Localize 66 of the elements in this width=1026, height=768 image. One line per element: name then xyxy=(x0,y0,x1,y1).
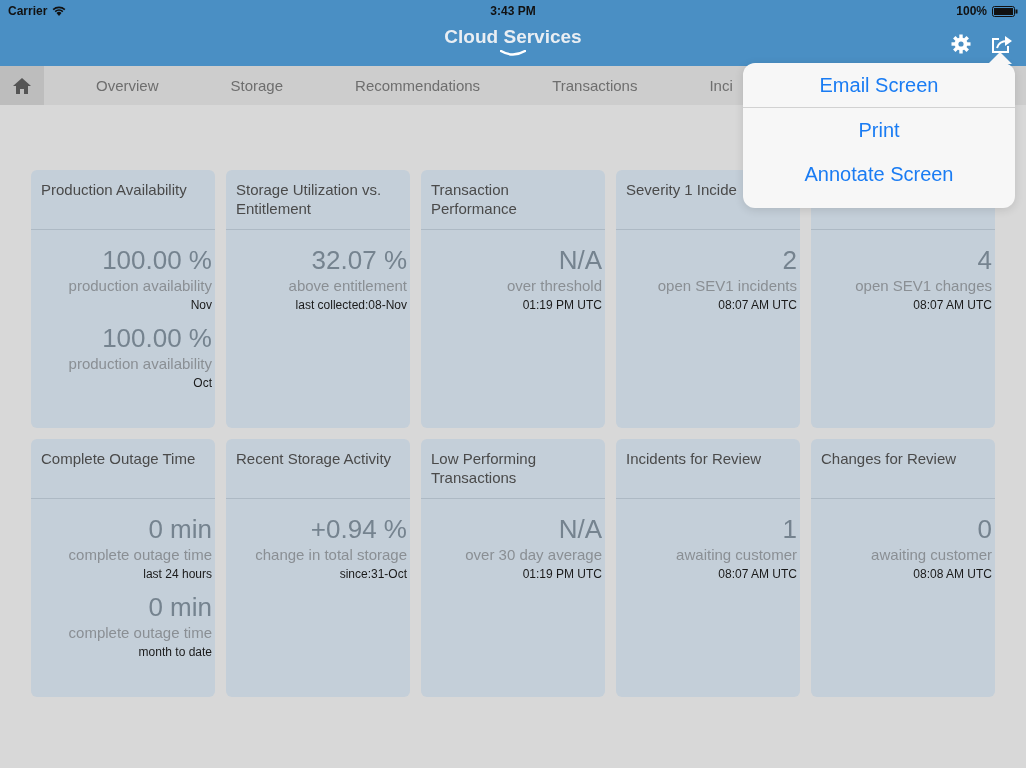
metric-value: N/A xyxy=(558,244,602,276)
metric-value: +0.94 % xyxy=(310,513,407,545)
metric-note: last 24 hours xyxy=(143,566,212,583)
metric-note: Oct xyxy=(193,375,212,392)
metric-note: 08:07 AM UTC xyxy=(718,566,797,583)
metric-label: production availability xyxy=(68,276,212,296)
card-title: Severity 1 Incide xyxy=(626,180,738,199)
metric-value: 0 min xyxy=(148,513,212,545)
dashboard-card[interactable]: Recent Storage Activity +0.94 % change in total storage since:31-Oct xyxy=(226,439,410,697)
metric-note: 08:07 AM UTC xyxy=(913,297,992,314)
card-title: Recent Storage Activity xyxy=(236,449,393,468)
card-title: Incidents for Review xyxy=(626,449,763,468)
metric-value: 100.00 % xyxy=(102,244,212,276)
dashboard-card[interactable]: Transaction Performance N/A over threshold 01:19 PM UTC xyxy=(421,170,605,428)
card-title: Transaction Performance xyxy=(431,180,518,218)
share-icon[interactable] xyxy=(991,34,1013,54)
card-title: Storage Utilization vs. Entitlement xyxy=(236,180,383,218)
carrier-label: Carrier xyxy=(8,4,48,18)
metric-label: complete outage time xyxy=(68,623,212,643)
card-title: Low Performing Transactions xyxy=(431,449,538,487)
metric-value: 100.00 % xyxy=(102,322,212,354)
metric-value: 0 min xyxy=(148,591,212,623)
card-title: Production Availability xyxy=(41,180,188,199)
dashboard-card[interactable]: Incidents for Review 1 awaiting customer 08:07 AM UTC xyxy=(616,439,800,697)
metric-label: complete outage time xyxy=(68,545,212,565)
app-title: Cloud Services xyxy=(444,26,582,48)
metric-value: 1 xyxy=(782,513,797,545)
metric-value: 2 xyxy=(782,244,797,276)
dashboard-card[interactable]: Storage Utilization vs. Entitlement 32.07 % above entitlement last collected:08-Nov xyxy=(226,170,410,428)
battery-percent: 100% xyxy=(956,4,987,18)
status-time: 3:43 PM xyxy=(490,4,536,18)
dashboard-card[interactable]: Production Availability 100.00 % production availability Nov 100.00 % production availability Oct xyxy=(31,170,215,428)
metric-note: Nov xyxy=(190,297,212,314)
dashboard-card[interactable]: Severity 1 Incide 2 open SEV1 incidents 08:07 AM UTC xyxy=(616,170,800,428)
metric-label: production availability xyxy=(68,354,212,374)
dashboard-card[interactable]: Complete Outage Time 0 min complete outage time last 24 hours 0 min complete outage time month to date xyxy=(31,439,215,697)
metric-label: over threshold xyxy=(506,276,602,296)
dashboard-card[interactable]: Low Performing Transactions N/A over 30 day average 01:19 PM UTC xyxy=(421,439,605,697)
metric-note: 08:07 AM UTC xyxy=(718,297,797,314)
home-icon xyxy=(12,76,32,95)
chevron-down-icon xyxy=(500,50,526,58)
metric-note: 08:08 AM UTC xyxy=(913,566,992,583)
wifi-icon xyxy=(52,6,67,16)
home-tab[interactable] xyxy=(0,66,44,105)
metric-note: 01:19 PM UTC xyxy=(522,297,602,314)
metric-note: last collected:08-Nov xyxy=(295,297,407,314)
dashboard-card[interactable]: Changes for Review 0 awaiting customer 08:08 AM UTC xyxy=(811,439,995,697)
metric-note: month to date xyxy=(138,644,212,661)
metric-note: 01:19 PM UTC xyxy=(522,566,602,583)
metric-label: awaiting customer xyxy=(871,545,992,565)
metric-note: since:31-Oct xyxy=(339,566,407,583)
menu-item[interactable]: Print xyxy=(743,108,1015,152)
metric-label: awaiting customer xyxy=(676,545,797,565)
metric-label: above entitlement xyxy=(288,276,407,296)
card-title: Complete Outage Time xyxy=(41,449,197,468)
metric-label: open SEV1 incidents xyxy=(657,276,797,296)
metric-value: 0 xyxy=(977,513,992,545)
metric-value: N/A xyxy=(558,513,602,545)
metric-label: over 30 day average xyxy=(465,545,602,565)
metric-label: open SEV1 changes xyxy=(855,276,992,296)
metric-label: change in total storage xyxy=(255,545,407,565)
metric-value: 32.07 % xyxy=(311,244,407,276)
battery-icon xyxy=(992,5,1018,17)
card-title: Changes for Review xyxy=(821,449,958,468)
metric-value: 4 xyxy=(977,244,992,276)
settings-icon[interactable] xyxy=(951,34,971,54)
